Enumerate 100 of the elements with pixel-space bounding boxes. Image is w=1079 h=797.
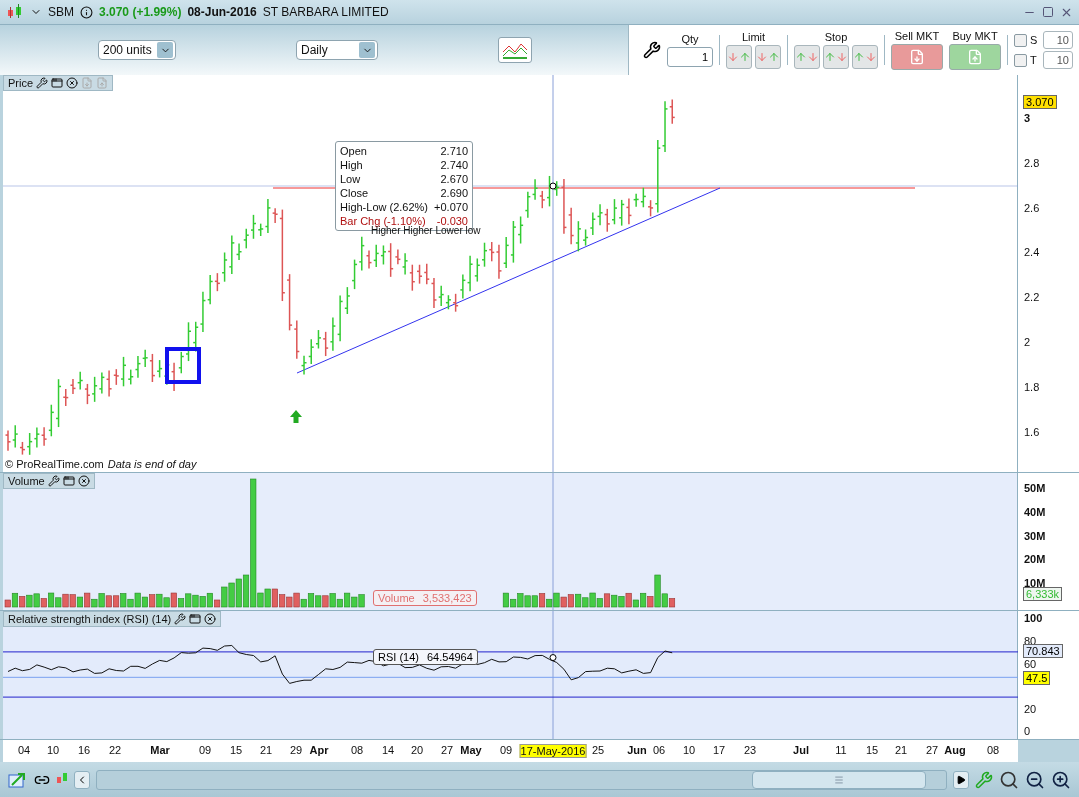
- cursor-label: Volume: [378, 592, 415, 604]
- axis-label: 20: [1024, 703, 1037, 715]
- date-label: 17-May-2016: [519, 744, 587, 758]
- cursor-value: 3,533,423: [422, 592, 472, 604]
- qty-field[interactable]: 1: [667, 47, 713, 67]
- cursor-label: RSI (14): [378, 651, 419, 663]
- tooltip-value: +0.070: [434, 200, 468, 214]
- date-label: May: [460, 744, 482, 756]
- stop-label: Stop: [824, 31, 848, 43]
- chart-annotation: Higher Higher Lower low: [371, 225, 481, 236]
- tooltip-value: 2.690: [440, 186, 468, 200]
- maximize-icon[interactable]: [1042, 6, 1054, 18]
- date-label: 09: [499, 744, 513, 756]
- axis-label: 2.6: [1024, 201, 1040, 214]
- units-dropdown[interactable]: 200 units: [98, 40, 176, 60]
- wrench-icon[interactable]: [47, 475, 60, 487]
- date-label: 04: [17, 744, 31, 756]
- date-label: 27: [440, 744, 454, 756]
- date-label: 15: [229, 744, 243, 756]
- date-label: Aug: [944, 744, 966, 756]
- data-note: Data is end of day: [107, 458, 197, 470]
- close-icon[interactable]: [66, 77, 79, 89]
- last-volume-badge: 6,333k: [1023, 587, 1063, 601]
- down-arrow-icon: [727, 51, 739, 63]
- symbol-label: SBM: [48, 5, 74, 19]
- limit-label: Limit: [741, 31, 766, 43]
- tooltip-label: High-Low (2.62%): [340, 200, 429, 214]
- axis-label: 2.8: [1024, 156, 1040, 169]
- axis-label: 50M: [1024, 482, 1046, 494]
- date-label: 17: [712, 744, 726, 756]
- tooltip-value: 2.670: [440, 172, 468, 186]
- zoom-fit-icon[interactable]: [999, 769, 1019, 790]
- scrollbar-thumb[interactable]: [752, 770, 926, 789]
- wrench-button[interactable]: [643, 41, 661, 59]
- wrench-icon[interactable]: [36, 77, 49, 89]
- option-checkbox[interactable]: [1014, 33, 1027, 47]
- close-icon[interactable]: [77, 475, 90, 487]
- date-label: 10: [682, 744, 696, 756]
- axis-label: 20M: [1024, 553, 1046, 566]
- chart-export-icon[interactable]: [8, 770, 28, 789]
- axis-label: 1.8: [1024, 380, 1040, 393]
- up-arrow-icon: [768, 51, 780, 63]
- scroll-right-button[interactable]: [953, 770, 969, 789]
- crosshair-point: [549, 182, 557, 190]
- date-label: 15: [865, 744, 879, 756]
- buy-label: Buy MKT: [952, 30, 998, 42]
- scrollbar-track[interactable]: [96, 769, 947, 790]
- date-label: 16: [77, 744, 91, 756]
- down-arrow-icon: [865, 51, 877, 63]
- date-label: 21: [894, 744, 908, 756]
- date-label: 09: [198, 744, 212, 756]
- close-icon[interactable]: [204, 613, 217, 625]
- date-label: 06: [652, 744, 666, 756]
- pane-title: Volume: [8, 475, 45, 487]
- option-field[interactable]: 10: [1043, 51, 1073, 69]
- candlestick-icon: [6, 4, 24, 20]
- window-icon[interactable]: [189, 613, 202, 625]
- pane-title: Price: [8, 77, 34, 89]
- copyright-text: © ProRealTime.com: [5, 458, 104, 470]
- up-arrow-icon: [290, 410, 302, 423]
- date-label: 11: [835, 744, 847, 756]
- option-checkbox[interactable]: [1014, 53, 1027, 67]
- scroll-left-button[interactable]: [74, 770, 90, 789]
- date-label: 08: [986, 744, 1000, 756]
- axis-label: 30M: [1024, 529, 1046, 542]
- up-arrow-icon: [739, 51, 751, 63]
- date-label: 20: [410, 744, 424, 756]
- up-arrow-icon: [795, 51, 807, 63]
- tooltip-value: 2.740: [440, 158, 468, 172]
- date-label: 08: [350, 744, 364, 756]
- price-change: 3.070 (+1.99%): [99, 5, 182, 19]
- date-label: Jul: [793, 744, 809, 756]
- up-arrow-icon: [824, 51, 836, 63]
- axis-label: 2.4: [1024, 246, 1040, 259]
- window-icon[interactable]: [51, 77, 64, 89]
- tooltip-value: -0.030: [436, 214, 468, 227]
- zoom-out-icon[interactable]: [1025, 769, 1045, 790]
- tooltip-label: Bar Chg (-1.10%): [340, 214, 426, 227]
- document-up-icon: [967, 49, 983, 65]
- option-label: S: [1030, 34, 1039, 46]
- indicator-button[interactable]: [498, 37, 532, 63]
- info-icon[interactable]: [80, 5, 93, 19]
- wrench-icon[interactable]: [174, 613, 187, 625]
- axis-label: 3: [1024, 112, 1031, 124]
- tooltip-label: Close: [340, 186, 369, 200]
- date-label: 21: [259, 744, 273, 756]
- cursor-value: 64.54964: [426, 651, 473, 663]
- document-down-icon: [909, 49, 925, 65]
- window-icon[interactable]: [62, 475, 75, 487]
- down-arrow-icon: [836, 51, 848, 63]
- right-arrow-icon: [956, 774, 966, 785]
- axis-label: 100: [1024, 612, 1043, 624]
- date-label: 25: [591, 744, 605, 756]
- axis-label: 2.2: [1024, 291, 1040, 304]
- quote-date: 08-Jun-2016: [187, 5, 257, 19]
- zoom-in-icon[interactable]: [1051, 769, 1071, 790]
- axis-label: 0: [1024, 725, 1031, 737]
- crosshair-point: [549, 654, 557, 662]
- period-dropdown[interactable]: Daily: [296, 40, 378, 60]
- option-field[interactable]: 10: [1043, 31, 1073, 49]
